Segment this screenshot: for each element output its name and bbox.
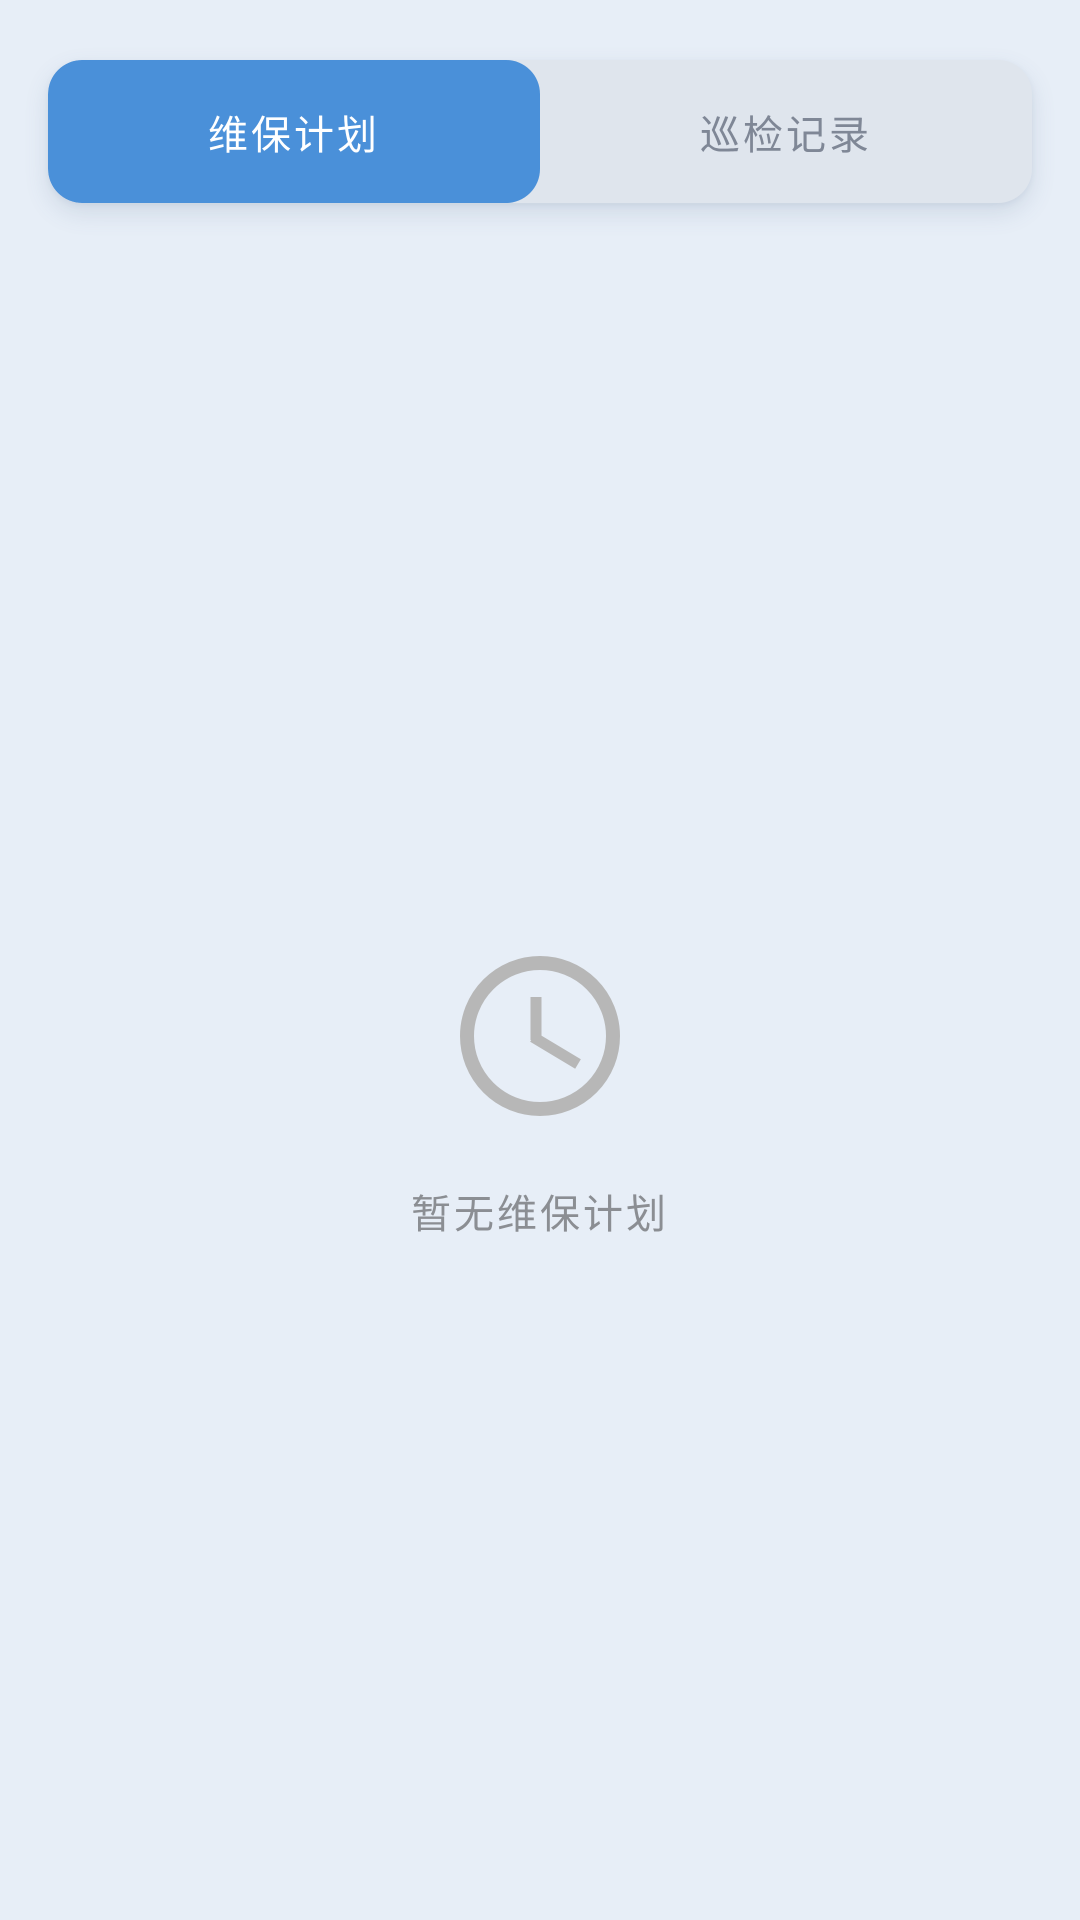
clock-icon bbox=[460, 956, 620, 1116]
tab-inspection-records[interactable]: 巡检记录 bbox=[540, 60, 1032, 203]
tab-maintenance-plan[interactable]: 维保计划 bbox=[48, 60, 540, 203]
segmented-tab-bar: 维保计划 巡检记录 bbox=[48, 60, 1032, 203]
tab-maintenance-plan-label: 维保计划 bbox=[208, 112, 380, 159]
tab-inspection-records-label: 巡检记录 bbox=[700, 112, 872, 159]
empty-state: 暂无维保计划 bbox=[0, 956, 1080, 1240]
empty-state-message: 暂无维保计划 bbox=[411, 1192, 669, 1238]
